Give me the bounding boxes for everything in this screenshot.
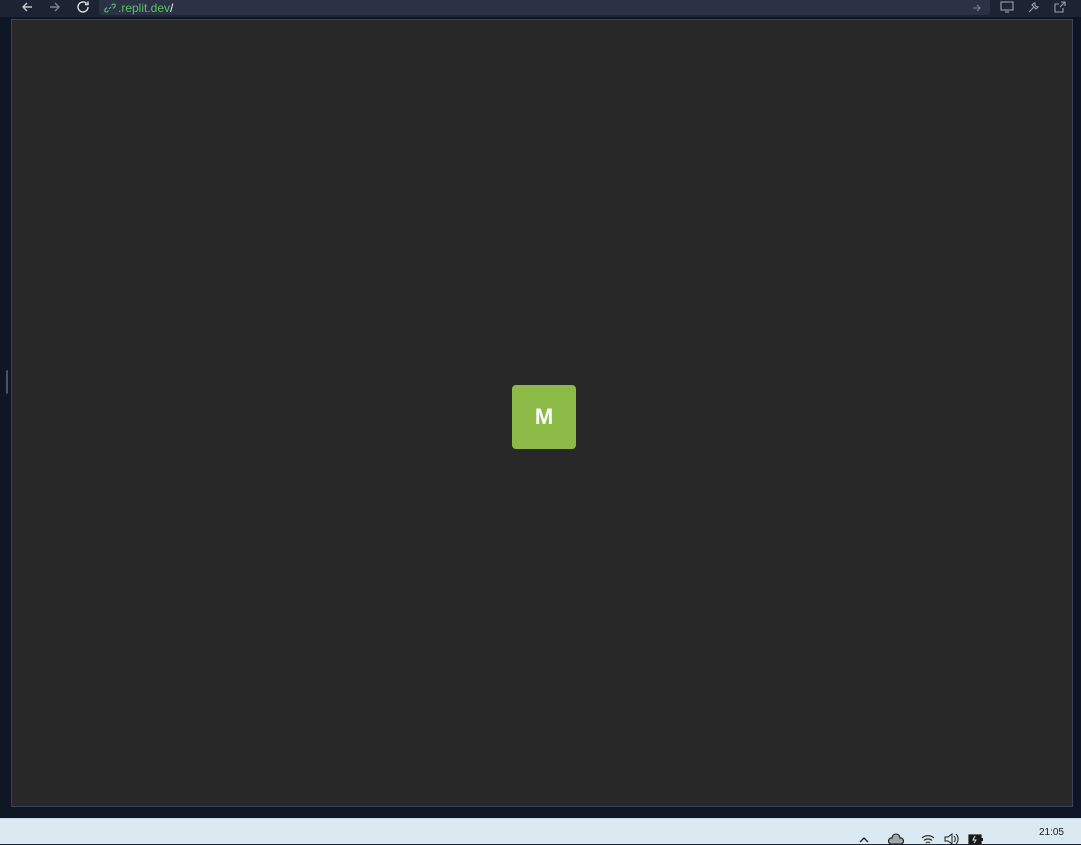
logo-letter: M bbox=[534, 404, 554, 429]
reload-button[interactable] bbox=[73, 0, 93, 14]
browser-frame: .replit.dev / M bbox=[0, 0, 1081, 818]
external-link-icon bbox=[1053, 0, 1066, 13]
back-button[interactable] bbox=[17, 0, 37, 14]
forward-button[interactable] bbox=[45, 0, 65, 14]
wifi-icon bbox=[921, 835, 935, 844]
refresh-icon bbox=[77, 1, 89, 13]
open-new-tab-button[interactable] bbox=[1049, 0, 1069, 14]
arrow-left-icon bbox=[22, 2, 32, 12]
battery-charging-icon bbox=[968, 834, 983, 845]
speaker-icon bbox=[944, 833, 959, 845]
chevron-up-icon bbox=[859, 837, 869, 843]
battery-button[interactable] bbox=[968, 833, 984, 845]
arrow-right-icon bbox=[50, 2, 60, 12]
taskbar-clock[interactable]: 21:05 bbox=[1039, 827, 1064, 838]
cloud-icon bbox=[888, 833, 904, 845]
tray-overflow-button[interactable] bbox=[856, 833, 872, 845]
app-logo-tile: M bbox=[512, 385, 576, 449]
wifi-button[interactable] bbox=[920, 833, 936, 845]
tray-app-button[interactable] bbox=[888, 833, 904, 845]
link-icon bbox=[104, 3, 116, 12]
devices-button[interactable] bbox=[997, 0, 1017, 14]
go-button[interactable] bbox=[972, 0, 982, 15]
wrench-icon bbox=[1028, 1, 1039, 12]
monitor-icon bbox=[1000, 1, 1014, 13]
url-path: / bbox=[170, 0, 174, 15]
arrow-right-icon bbox=[973, 4, 981, 11]
url-text: .replit.dev / bbox=[104, 2, 173, 14]
url-input[interactable]: .replit.dev / bbox=[99, 0, 990, 15]
url-toolbar: .replit.dev / bbox=[0, 0, 1081, 17]
volume-button[interactable] bbox=[944, 833, 960, 845]
taskbar: 21:05 bbox=[0, 818, 1081, 845]
url-domain: .replit.dev bbox=[118, 0, 171, 15]
resize-handle[interactable] bbox=[6, 370, 8, 394]
devtools-button[interactable] bbox=[1023, 0, 1043, 14]
preview-webview: M bbox=[11, 19, 1073, 807]
